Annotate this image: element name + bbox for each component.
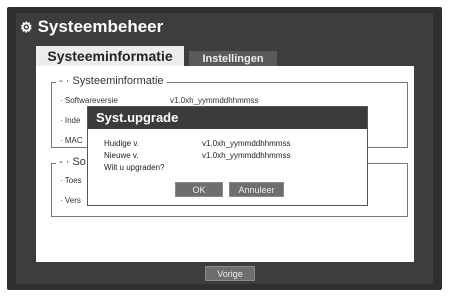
tab-systeeminformatie[interactable]: Systeeminformatie (36, 46, 184, 66)
page-title-text: Systeembeheer (37, 17, 164, 36)
cancel-button[interactable]: Annuleer (229, 182, 284, 197)
upgrade-dialog: Syst.upgrade Huidige v. v1.0xh_yymmddhhm… (87, 106, 368, 206)
software-group-title: - · So (56, 156, 89, 168)
current-version-label: Huidige v. (104, 139, 139, 148)
sysinfo-title: Systeeminformatie (72, 75, 164, 87)
dialog-title: Syst.upgrade (88, 107, 367, 129)
prev-button[interactable]: Vorige (205, 266, 255, 281)
gear-icon: ⚙ (20, 19, 33, 35)
current-version-value: v1.0xh_yymmddhhmmss (202, 139, 291, 148)
softwareversie-label: · Softwareversie (60, 96, 118, 105)
mac-label: · MAC (60, 136, 83, 145)
toestel-label: · Toes (60, 176, 82, 185)
upgrade-question: Wilt u upgraden? (104, 163, 165, 172)
group-title-dash: - · (59, 156, 73, 168)
sysinfo-group-title: - · Systeeminformatie (56, 75, 167, 87)
index-label: · Inde (60, 116, 81, 125)
software-title: So (72, 156, 86, 168)
new-version-value: v1.0xh_yymmddhhmmss (202, 151, 291, 160)
group-title-dash: - · (59, 75, 73, 87)
new-version-label: Nieuwe v. (104, 151, 139, 160)
versie-label: · Vers (60, 196, 81, 205)
ok-button[interactable]: OK (175, 182, 223, 197)
softwareversie-value: v1.0xh_yymmddhhmmss (170, 96, 259, 105)
page-title: ⚙ Systeembeheer (20, 17, 163, 37)
tab-instellingen[interactable]: Instellingen (189, 51, 277, 67)
